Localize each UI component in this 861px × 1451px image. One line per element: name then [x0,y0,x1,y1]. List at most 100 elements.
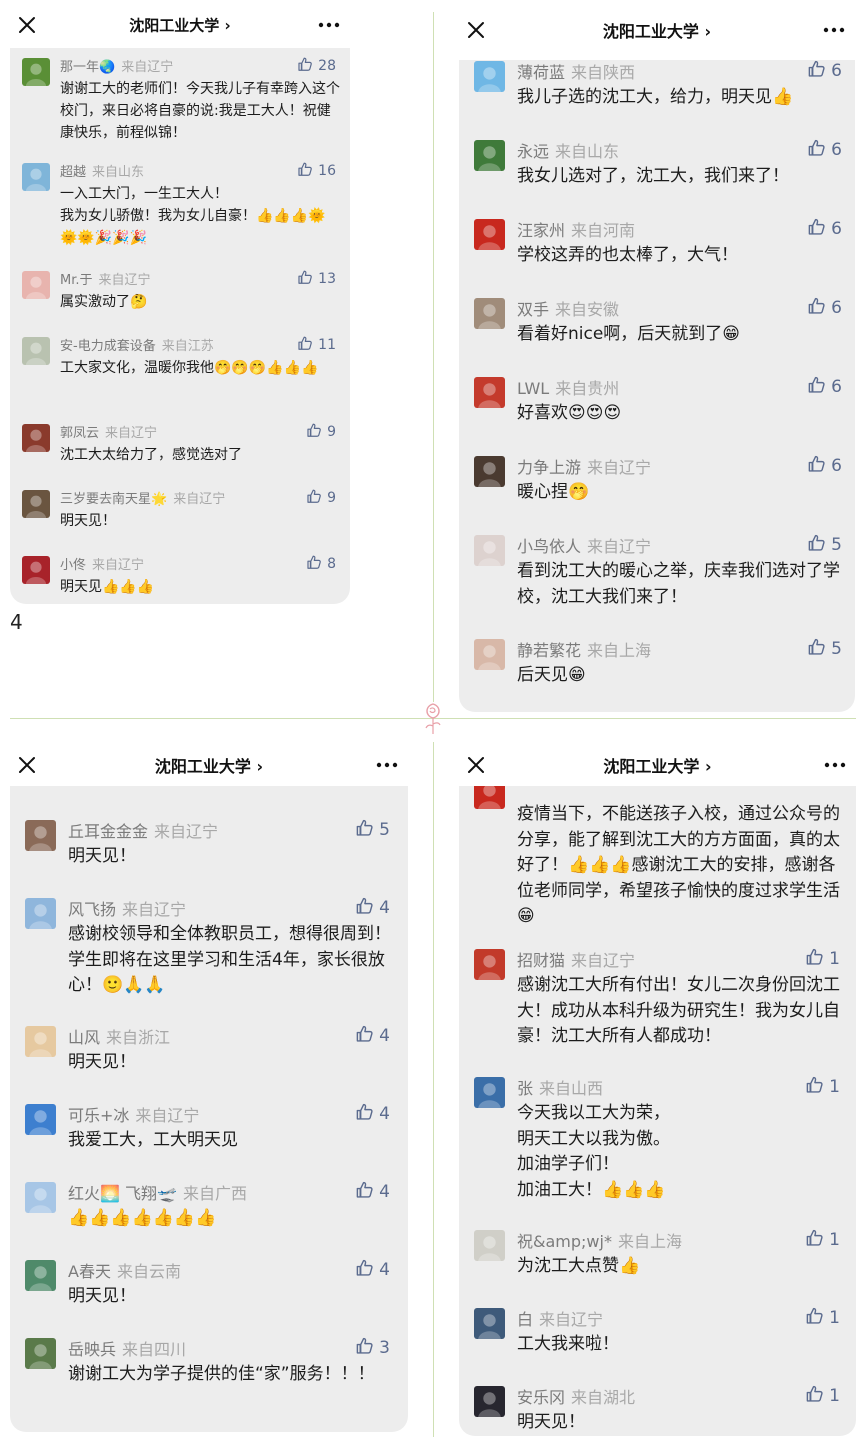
commenter-name[interactable]: 祝&amp;wj* [517,1232,612,1251]
account-title[interactable]: 沈阳工业大学 › [129,15,230,36]
avatar[interactable] [474,535,505,566]
comment-text: 谢谢工大为学子提供的佳“家”服务！！！ [68,1364,375,1384]
like-button[interactable]: 11 [297,335,336,353]
avatar[interactable] [22,556,50,584]
avatar[interactable] [474,456,505,487]
avatar[interactable] [25,1026,56,1057]
like-button[interactable]: 6 [807,375,842,397]
like-button[interactable]: 1 [805,1306,840,1328]
avatar[interactable] [474,298,505,329]
commenter-name[interactable]: 山风 [68,1028,100,1047]
account-title[interactable]: 沈阳工业大学 › [603,753,711,777]
like-button[interactable]: 6 [807,60,842,81]
like-button[interactable]: 13 [297,269,336,287]
like-button[interactable]: 4 [355,1024,390,1046]
commenter-location: 来自安徽 [555,300,620,319]
commenter-name[interactable]: 小佟 [60,558,86,573]
avatar[interactable] [474,377,505,408]
avatar[interactable] [22,163,50,191]
commenter-name[interactable]: 红火🌅 飞翔🛫 [68,1184,177,1203]
commenter-name[interactable]: 安乐冈 [517,1388,565,1407]
avatar[interactable] [22,58,50,86]
close-icon[interactable] [16,14,38,36]
commenter-name[interactable]: 可乐+冰 [68,1106,129,1125]
commenter-name[interactable]: 力争上游 [517,458,581,477]
commenter-name[interactable]: 三岁要去南天星🌟 [60,492,167,507]
like-button[interactable]: 1 [805,1228,840,1250]
avatar[interactable] [22,424,50,452]
commenter-name[interactable]: 小鸟依人 [517,537,581,556]
commenter-name[interactable]: 丘耳金金金 [68,822,148,841]
avatar[interactable] [25,1260,56,1291]
like-button[interactable]: 4 [355,896,390,918]
like-button[interactable]: 1 [805,1075,840,1097]
more-options-icon[interactable] [821,19,847,41]
avatar[interactable] [25,1182,56,1213]
like-button[interactable]: 5 [807,637,842,659]
more-options-icon[interactable] [316,14,342,36]
avatar[interactable] [474,949,505,980]
avatar[interactable] [474,1230,505,1261]
like-button[interactable]: 6 [807,138,842,160]
like-count: 1 [829,1386,840,1406]
commenter-name[interactable]: 薄荷蓝 [517,63,565,82]
avatar[interactable] [474,1077,505,1108]
close-icon[interactable] [465,754,487,776]
vertical-divider [433,12,434,702]
comment-text: 沈工大太给力了，感觉选对了 [60,447,242,463]
commenter-name[interactable]: 招财猫 [517,951,565,970]
like-button[interactable]: 4 [355,1258,390,1280]
avatar[interactable] [474,1386,505,1417]
commenter-name[interactable]: 那一年🌏 [60,60,115,75]
avatar[interactable] [474,786,505,809]
like-button[interactable]: 1 [805,947,840,969]
like-button[interactable]: 4 [355,1102,390,1124]
more-options-icon[interactable] [822,754,848,776]
account-title[interactable]: 沈阳工业大学 › [603,18,711,42]
account-title[interactable]: 沈阳工业大学 › [155,753,263,777]
like-button[interactable]: 16 [297,161,336,179]
like-button[interactable]: 5 [807,533,842,555]
commenter-name[interactable]: 安-电力成套设备 [60,339,156,354]
commenter-name[interactable]: 汪家州 [517,221,565,240]
like-button[interactable]: 6 [807,454,842,476]
commenter-name[interactable]: 静若繁花 [517,641,581,660]
avatar[interactable] [474,140,505,171]
commenter-name[interactable]: Mr.于 [60,273,93,288]
avatar[interactable] [25,898,56,929]
like-button[interactable]: 6 [807,217,842,239]
avatar[interactable] [25,1104,56,1135]
commenter-name[interactable]: 张 [517,1079,533,1098]
like-button[interactable]: 1 [805,1384,840,1406]
like-button[interactable]: 6 [807,296,842,318]
avatar[interactable] [474,219,505,250]
commenter-name[interactable]: 岳映兵 [68,1340,116,1359]
like-button[interactable]: 9 [306,488,336,506]
avatar[interactable] [22,490,50,518]
commenter-name[interactable]: 双手 [517,300,549,319]
avatar[interactable] [25,1338,56,1369]
like-button[interactable]: 4 [355,1180,390,1202]
avatar[interactable] [22,337,50,365]
avatar[interactable] [474,61,505,92]
close-icon[interactable] [16,754,38,776]
commenter-name[interactable]: 郭凤云 [60,426,99,441]
avatar[interactable] [474,1308,505,1339]
avatar[interactable] [474,639,505,670]
commenter-name[interactable]: 永远 [517,142,549,161]
commenter-name[interactable]: 超越 [60,165,86,180]
close-icon[interactable] [465,19,487,41]
more-options-icon[interactable] [374,754,400,776]
like-button[interactable]: 9 [306,422,336,440]
commenter-name[interactable]: A春天 [68,1262,111,1281]
commenter-name[interactable]: LWL [517,379,549,398]
like-button[interactable]: 8 [306,554,336,572]
like-button[interactable]: 5 [355,818,390,840]
commenter-name[interactable]: 白 [517,1310,533,1329]
avatar[interactable] [25,820,56,851]
like-button[interactable]: 3 [355,1336,390,1358]
avatar[interactable] [22,271,50,299]
like-button[interactable]: 28 [297,56,336,74]
rose-icon [425,703,441,734]
commenter-name[interactable]: 风飞扬 [68,900,116,919]
